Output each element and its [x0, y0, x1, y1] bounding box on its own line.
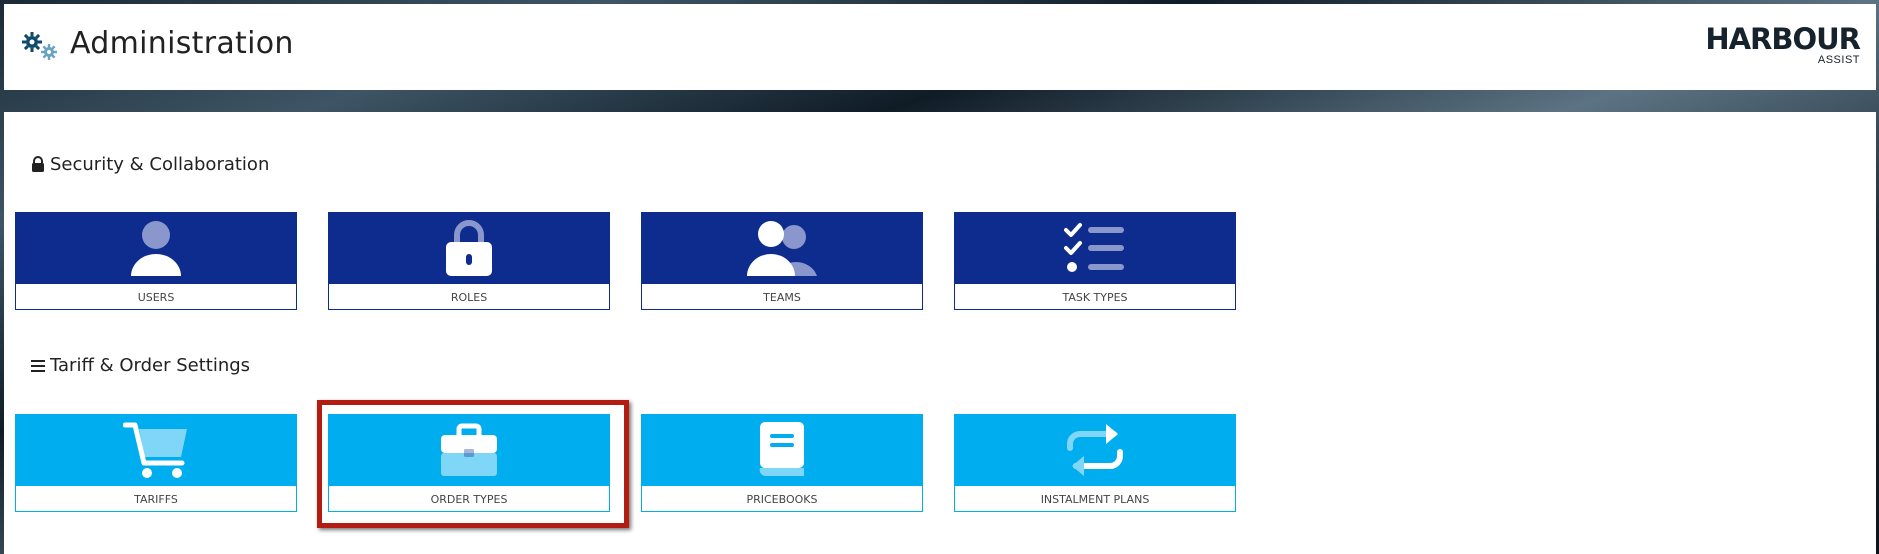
- tile-tariffs[interactable]: TARIFFS: [15, 414, 297, 512]
- repeat-icon: [1067, 424, 1123, 476]
- padlock-icon: [446, 220, 492, 276]
- tile-task-types[interactable]: TASK TYPES: [954, 212, 1236, 310]
- section-tariff-title: Tariff & Order Settings: [30, 355, 250, 376]
- logo-text: HARBOUR: [1705, 22, 1861, 56]
- tile-order-types-label: ORDER TYPES: [329, 485, 609, 513]
- tile-task-types-icon-area: [955, 213, 1235, 283]
- tile-pricebooks-label: PRICEBOOKS: [642, 485, 922, 513]
- logo-subtext: ASSIST: [1817, 54, 1860, 66]
- tile-instalment-plans[interactable]: INSTALMENT PLANS: [954, 414, 1236, 512]
- gears-icon: [22, 32, 57, 60]
- admin-panel: Security & Collaboration USERS ROLES TEA…: [4, 112, 1876, 554]
- tile-order-types-icon-area: [329, 415, 609, 485]
- tile-roles[interactable]: ROLES: [328, 212, 610, 310]
- tile-order-types[interactable]: ORDER TYPES: [328, 414, 610, 512]
- tile-roles-label: ROLES: [329, 283, 609, 311]
- tile-teams-icon-area: [642, 213, 922, 283]
- tile-instalment-plans-icon-area: [955, 415, 1235, 485]
- tile-tariffs-label: TARIFFS: [16, 485, 296, 513]
- tile-pricebooks[interactable]: PRICEBOOKS: [641, 414, 923, 512]
- book-icon: [759, 422, 804, 477]
- user-icon: [131, 221, 181, 276]
- tile-teams-label: TEAMS: [642, 283, 922, 311]
- tile-users-icon-area: [16, 213, 296, 283]
- tile-roles-icon-area: [329, 213, 609, 283]
- checklist-icon: [1064, 223, 1124, 272]
- briefcase-icon: [441, 423, 497, 476]
- section-security-label: Security & Collaboration: [50, 154, 270, 175]
- header-bar: Administration HARBOUR ASSIST: [4, 4, 1876, 90]
- tile-task-types-label: TASK TYPES: [955, 283, 1235, 311]
- tile-users-label: USERS: [16, 283, 296, 311]
- section-tariff-label: Tariff & Order Settings: [50, 355, 251, 376]
- list-icon: [31, 359, 45, 372]
- page-title: Administration: [70, 26, 294, 61]
- lock-icon: [32, 156, 44, 172]
- tile-instalment-plans-label: INSTALMENT PLANS: [955, 485, 1235, 513]
- cart-icon: [123, 422, 187, 478]
- harbour-assist-logo: HARBOUR ASSIST: [1700, 22, 1861, 72]
- tile-teams[interactable]: TEAMS: [641, 212, 923, 310]
- tile-users[interactable]: USERS: [15, 212, 297, 310]
- section-security-title: Security & Collaboration: [30, 154, 269, 175]
- tile-tariffs-icon-area: [16, 415, 296, 485]
- team-icon: [747, 221, 817, 276]
- tile-pricebooks-icon-area: [642, 415, 922, 485]
